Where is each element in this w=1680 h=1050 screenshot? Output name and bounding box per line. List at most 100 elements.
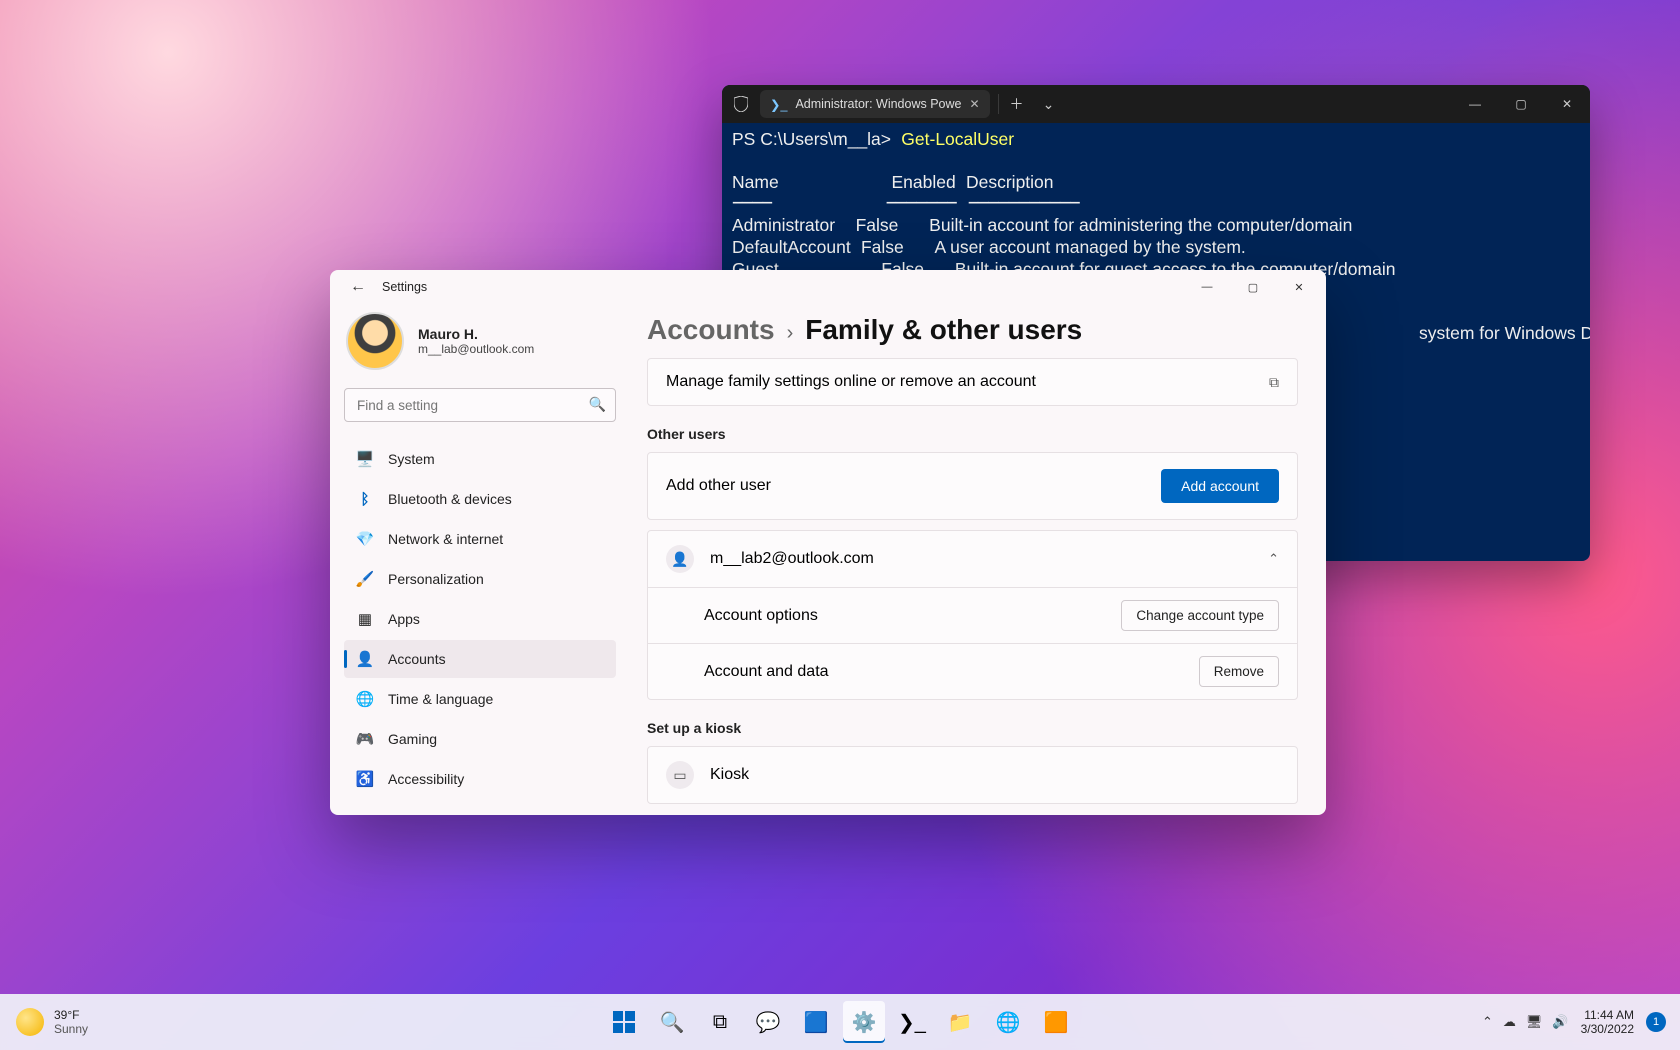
user-email: m__lab@outlook.com xyxy=(418,342,534,356)
minimize-button[interactable]: — xyxy=(1452,85,1498,123)
kiosk-card[interactable]: ▭ Kiosk xyxy=(647,746,1298,804)
change-account-type-button[interactable]: Change account type xyxy=(1121,600,1279,631)
network-icon: 💎 xyxy=(356,530,374,548)
sidebar-item-label: Bluetooth & devices xyxy=(388,491,512,507)
app-taskbar-icon[interactable]: 🟧 xyxy=(1035,1001,1077,1043)
sidebar-item-system[interactable]: 🖥️ System xyxy=(344,440,616,478)
person-icon: 👤 xyxy=(356,650,374,668)
sidebar-item-label: Personalization xyxy=(388,571,484,587)
chevron-up-icon: ⌃ xyxy=(1268,551,1279,567)
window-title: Settings xyxy=(382,280,427,294)
sidebar-item-accessibility[interactable]: ♿ Accessibility xyxy=(344,760,616,798)
section-kiosk: Set up a kiosk xyxy=(647,720,1298,736)
add-account-button[interactable]: Add account xyxy=(1161,469,1279,503)
sidebar-item-label: Apps xyxy=(388,611,420,627)
spill-text: system for Windows Defender xyxy=(1419,323,1590,343)
section-other-users: Other users xyxy=(647,426,1298,442)
volume-icon[interactable]: 🔊 xyxy=(1552,1014,1568,1030)
sidebar-item-label: Time & language xyxy=(388,691,493,707)
manage-family-link[interactable]: Manage family settings online or remove … xyxy=(647,358,1298,406)
search-input[interactable] xyxy=(344,388,616,422)
tab-divider xyxy=(998,94,999,114)
bluetooth-icon: ᛒ xyxy=(356,490,374,508)
settings-titlebar[interactable]: ← Settings — ▢ ✕ xyxy=(330,270,1326,304)
settings-taskbar-icon[interactable]: ⚙️ xyxy=(843,1001,885,1043)
maximize-button[interactable]: ▢ xyxy=(1230,270,1276,304)
sidebar-item-label: Network & internet xyxy=(388,531,503,547)
apps-icon: ▦ xyxy=(356,610,374,628)
search-button[interactable]: 🔍 xyxy=(651,1001,693,1043)
sidebar-item-apps[interactable]: ▦ Apps xyxy=(344,600,616,638)
other-user-row[interactable]: 👤 m__lab2@outlook.com ⌃ xyxy=(648,531,1297,587)
close-tab-icon[interactable]: ✕ xyxy=(969,97,979,111)
breadcrumb-root[interactable]: Accounts xyxy=(647,314,775,346)
sidebar-item-label: System xyxy=(388,451,435,467)
other-user-email: m__lab2@outlook.com xyxy=(710,550,874,568)
system-tray[interactable]: ⌃ ☁ 🖥 🔊 xyxy=(1482,1014,1569,1030)
row-name: Administrator xyxy=(732,215,835,235)
sidebar-item-personalization[interactable]: 🖌️ Personalization xyxy=(344,560,616,598)
monitor-icon: 🖥️ xyxy=(356,450,374,468)
onedrive-icon[interactable]: ☁ xyxy=(1503,1014,1516,1030)
close-window-button[interactable]: ✕ xyxy=(1276,270,1322,304)
explorer-taskbar-icon[interactable]: 📁 xyxy=(939,1001,981,1043)
search-icon: 🔍 xyxy=(589,396,606,413)
back-button[interactable]: ← xyxy=(342,278,374,296)
page-title: Family & other users xyxy=(805,314,1082,346)
start-button[interactable] xyxy=(603,1001,645,1043)
remove-account-button[interactable]: Remove xyxy=(1199,656,1279,687)
kiosk-label: Kiosk xyxy=(710,766,749,784)
account-data-label: Account and data xyxy=(704,663,829,681)
close-window-button[interactable]: ✕ xyxy=(1544,85,1590,123)
chevron-right-icon: › xyxy=(787,322,794,345)
col-desc: Description xyxy=(966,172,1054,192)
clock-date: 3/30/2022 xyxy=(1581,1022,1634,1036)
weather-widget[interactable]: 39°F Sunny xyxy=(16,1008,88,1036)
row-enabled: False xyxy=(861,237,904,257)
account-options-label: Account options xyxy=(704,607,818,625)
accessibility-icon: ♿ xyxy=(356,770,374,788)
settings-content: Accounts › Family & other users Manage f… xyxy=(630,304,1326,815)
task-view-button[interactable]: ⧉ xyxy=(699,1001,741,1043)
col-enabled: Enabled xyxy=(891,172,955,192)
globe-icon: 🌐 xyxy=(356,690,374,708)
terminal-taskbar-icon[interactable]: ❯_ xyxy=(891,1001,933,1043)
edge-taskbar-icon[interactable]: 🌐 xyxy=(987,1001,1029,1043)
minimize-button[interactable]: — xyxy=(1184,270,1230,304)
sidebar-item-label: Accessibility xyxy=(388,771,464,787)
person-icon: 👤 xyxy=(666,545,694,573)
taskbar-clock[interactable]: 11:44 AM 3/30/2022 xyxy=(1581,1008,1634,1037)
user-name: Mauro H. xyxy=(418,326,534,342)
external-link-icon: ⧉ xyxy=(1269,374,1279,391)
widgets-button[interactable]: 🟦 xyxy=(795,1001,837,1043)
row-name: DefaultAccount xyxy=(732,237,851,257)
add-other-user-card: Add other user Add account xyxy=(647,452,1298,520)
settings-sidebar: Mauro H. m__lab@outlook.com 🔍 🖥️ System … xyxy=(330,304,630,815)
maximize-button[interactable]: ▢ xyxy=(1498,85,1544,123)
terminal-titlebar[interactable]: ❯_ Administrator: Windows Powe ✕ ＋ ⌄ — ▢… xyxy=(722,85,1590,123)
brush-icon: 🖌️ xyxy=(356,570,374,588)
add-other-user-label: Add other user xyxy=(666,477,771,495)
chevron-up-icon[interactable]: ⌃ xyxy=(1482,1014,1493,1030)
display-icon[interactable]: 🖥 xyxy=(1526,1014,1543,1030)
prompt: PS C:\Users\m__la> xyxy=(732,129,891,149)
account-data-row: Account and data Remove xyxy=(648,643,1297,699)
new-tab-button[interactable]: ＋ xyxy=(1001,94,1033,114)
tab-dropdown-button[interactable]: ⌄ xyxy=(1033,96,1065,113)
manage-family-label: Manage family settings online or remove … xyxy=(666,373,1036,391)
notification-badge[interactable]: 1 xyxy=(1646,1012,1666,1032)
sidebar-item-bluetooth[interactable]: ᛒ Bluetooth & devices xyxy=(344,480,616,518)
sun-icon xyxy=(16,1008,44,1036)
shield-icon xyxy=(722,96,760,112)
user-block[interactable]: Mauro H. m__lab@outlook.com xyxy=(346,312,616,370)
kiosk-icon: ▭ xyxy=(666,761,694,789)
clock-time: 11:44 AM xyxy=(1581,1008,1634,1022)
sidebar-item-gaming[interactable]: 🎮 Gaming xyxy=(344,720,616,758)
sidebar-item-time[interactable]: 🌐 Time & language xyxy=(344,680,616,718)
chat-button[interactable]: 💬 xyxy=(747,1001,789,1043)
row-desc: Built-in account for administering the c… xyxy=(929,215,1352,235)
account-options-row: Account options Change account type xyxy=(648,587,1297,643)
sidebar-item-accounts[interactable]: 👤 Accounts xyxy=(344,640,616,678)
terminal-tab[interactable]: ❯_ Administrator: Windows Powe ✕ xyxy=(760,90,990,118)
sidebar-item-network[interactable]: 💎 Network & internet xyxy=(344,520,616,558)
